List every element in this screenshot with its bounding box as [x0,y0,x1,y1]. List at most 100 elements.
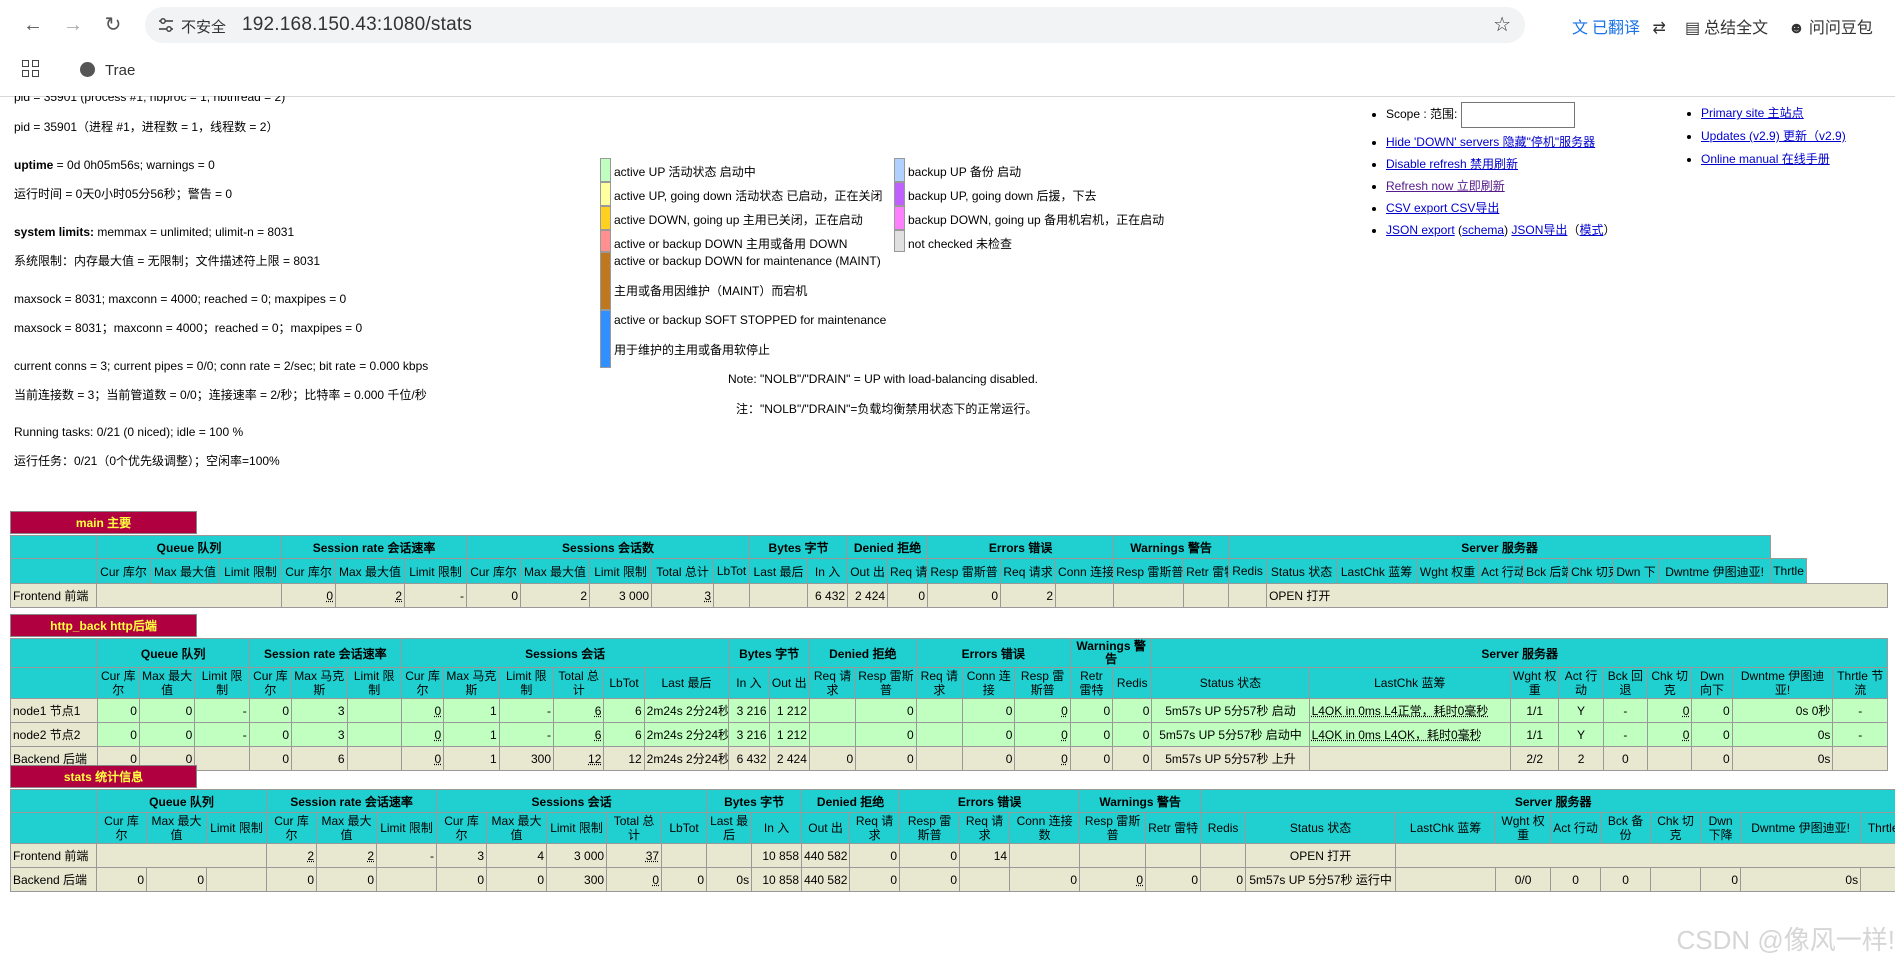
cell: 0 [1009,867,1081,892]
cell [1145,843,1202,868]
legend-swatch-active-going-down [600,182,611,206]
manual-link[interactable]: Online manual 在线手册 [1701,152,1830,166]
bookmark-trae[interactable]: Trae [80,62,135,79]
status-cell: 5m57s UP 5分57秒 启动中 [1151,722,1310,747]
cell: 2m24s 2分24秒 [643,722,730,747]
col-header: Bck 回退 [1602,667,1649,699]
csv-export-link[interactable]: CSV export CSV导出 [1386,201,1499,215]
col-header: Limit 限制 [346,667,402,699]
col-header: Act 行动 [1550,812,1602,844]
json-schema-link[interactable]: schema [1462,223,1504,237]
cell: 2/2 [1510,746,1560,771]
proxy-name-http-back[interactable]: http_back http后端 [10,614,197,637]
legend-backup-down: backup DOWN, going up 备用机宕机，正在启动 [908,213,1165,227]
summary-button[interactable]: ▤ 总结全文 [1685,14,1768,38]
cell: 0 [248,722,293,747]
scope-option: Scope : 范围: [1386,102,1615,128]
col-header: Max 最大值 [150,558,220,584]
json-export-link[interactable]: JSON export [1386,223,1455,237]
group-queue: Queue 队列 [96,638,250,668]
corner-cell [10,667,98,699]
proxy-name-stats[interactable]: stats 统计信息 [10,765,197,788]
cell: - [404,583,468,608]
cell [661,843,708,868]
back-icon[interactable]: ← [18,10,48,40]
cell: 0 [1200,867,1247,892]
cell: Y [1558,722,1604,747]
corner-cell [10,812,97,844]
col-header: Status 状态 [1245,812,1397,844]
col-header: Thrtle [1860,812,1895,844]
col-header: Retr 雷特 [1145,812,1202,844]
group-server: Server 服务器 [1200,789,1895,813]
cell: 2m24s 2分24秒 [643,698,730,723]
disable-refresh-link[interactable]: Disable refresh 禁用刷新 [1386,157,1518,171]
cell: 0 [1069,722,1114,747]
proxy-name-main[interactable]: main 主要 [10,511,197,534]
address-bar[interactable]: 不安全 192.168.150.43:1080/stats ☆ [145,7,1525,43]
site-info-icon[interactable] [157,16,175,34]
cell: 0 [1145,867,1202,892]
cell [376,867,438,892]
bookmark-star-icon[interactable]: ☆ [1493,12,1511,37]
col-header: Resp 雷斯普 [1014,667,1071,699]
main-stats-table: Queue 队列 Session rate 会话速率 Sessions 会话数 … [10,535,1888,608]
cell: 0 [466,583,522,608]
uptime-label: uptime [14,158,54,172]
cell: 10 858 [751,843,803,868]
refresh-now-link[interactable]: Refresh now 立即刷新 [1386,179,1505,193]
col-header: Out 出 [768,667,810,699]
col-header: Dwn 下 [1613,558,1660,584]
cell: 440 582 [801,867,851,892]
group-sessions: Sessions 会话数 [466,535,751,559]
legend-swatch-not-checked [894,230,905,252]
col-header: Limit 限制 [376,812,438,844]
syslim-en: system limits: memmax = unlimited; ulimi… [14,225,294,239]
apps-grid-icon[interactable] [22,60,40,78]
cell: 0 [486,867,548,892]
url-text[interactable]: 192.168.150.43:1080/stats [242,14,472,36]
col-header: Cur 库尔 [466,558,522,584]
col-header: Redis [1200,812,1247,844]
cell: 0 [248,746,293,771]
group-warnings: Warnings 警告 [1113,535,1230,559]
cell: 0 [1014,746,1071,771]
scope-input[interactable] [1461,102,1576,128]
cell: - [194,722,250,747]
updates-link[interactable]: Updates (v2.9) 更新（v2.9) [1701,129,1846,143]
cell: 0 [855,746,917,771]
cell: 12 [553,746,605,771]
cell [915,722,964,747]
lastchk-cell: L4OK in 0ms L4OK，耗时0毫秒 [1308,722,1512,747]
cell: - [1602,722,1649,747]
col-header: Resp 雷斯普 [855,667,917,699]
col-header: Limit 限制 [546,812,608,844]
col-header: Resp 雷斯普 [899,812,961,844]
cell: 6 [603,722,645,747]
table-row: Frontend 前端 2 2 - 3 4 3 000 37 10 858 44… [10,843,1895,868]
cell: - [194,698,250,723]
forward-icon[interactable]: → [58,10,88,40]
primary-site-link[interactable]: Primary site 主站点 [1701,106,1804,120]
cell: 0s [706,867,753,892]
col-header: Status 状态 [1266,558,1338,584]
cell: 0 [1112,746,1153,771]
col-header: Limit 限制 [205,812,268,844]
col-header: Req 请求 [849,812,901,844]
col-header: Max 马克斯 [443,667,500,699]
cell [1228,583,1268,608]
col-header: Total 总计 [553,667,605,699]
ask-button[interactable]: ☻ 问问豆包 [1788,14,1873,38]
json-export-cn-link[interactable]: JSON导出 [1511,223,1567,237]
group-errors: Errors 错误 [899,789,1081,813]
translate-button[interactable]: 文已翻译 ⇄ [1572,14,1666,38]
swap-icon: ⇄ [1652,20,1666,37]
cell: 0/0 [1495,867,1552,892]
status-cell: 5m57s UP 5分57秒 启动 [1151,698,1310,723]
hide-down-link[interactable]: Hide 'DOWN' servers 隐藏"停机"服务器 [1386,135,1595,149]
col-header: In 入 [728,667,770,699]
json-mode-link[interactable]: 模式 [1579,223,1603,237]
reload-icon[interactable]: ↻ [98,10,128,40]
cell: 6 [603,698,645,723]
cell: 3 216 [728,698,770,723]
